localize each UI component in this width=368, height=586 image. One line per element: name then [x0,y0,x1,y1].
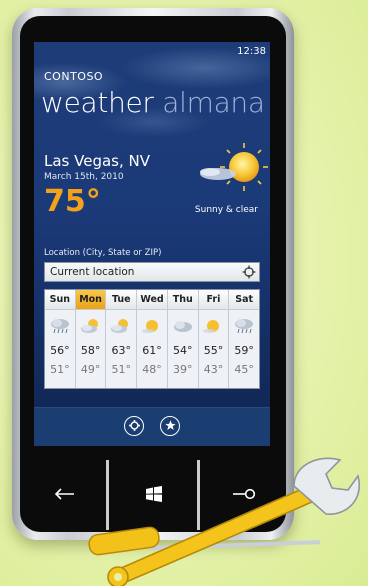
forecast-low: 48° [142,363,162,376]
favorite-icon [164,420,176,430]
favorite-button[interactable] [160,416,180,436]
app-title-word1: weather [41,86,154,119]
phone-screen: 12:38 CONTOSO weather almana Las Vegas, … [34,42,270,446]
wrench-screwdriver-icon [88,457,361,586]
partly-cloudy-icon [76,310,106,342]
app-title-word2: almana [162,86,265,119]
forecast-day-name: Tue [106,290,137,310]
forecast-high: 63° [111,344,132,357]
current-date: March 15th, 2010 [44,172,124,182]
forecast-low: 45° [234,363,254,376]
forecast-day-name: Thu [167,290,198,310]
sunny-icon [137,310,167,342]
sun-with-cloud-icon [200,143,268,191]
forecast-day-name: Fri [198,290,229,310]
city-name: Las Vegas, NV [44,152,151,170]
forecast-high: 59° [234,344,254,357]
status-time: 12:38 [237,46,266,57]
back-arrow-icon [54,488,74,500]
forecast-high: 58° [80,344,101,357]
forecast-day-name: Sun [45,290,75,310]
location-input[interactable]: Current location [44,262,260,282]
forecast-day-name: Wed [137,290,167,310]
cloudy-icon [168,310,198,342]
cloud-rain-icon [45,310,75,342]
forecast-grid: Sun 56° 51° Mon 58° 49° Tue 63° 51° Wed … [44,289,260,389]
condition-text: Sunny & clear [194,205,258,215]
app-title: weather almana [41,86,265,119]
forecast-day[interactable]: Wed 61° 48° [137,290,168,388]
forecast-low: 43° [203,363,224,376]
forecast-high: 55° [203,344,224,357]
cloud-rain-icon [229,310,259,342]
forecast-low: 49° [80,363,101,376]
forecast-day-name: Mon [75,290,106,310]
forecast-high: 56° [50,344,70,357]
forecast-day[interactable]: Sat 59° 45° [229,290,260,388]
forecast-low: 51° [111,363,132,376]
location-input-value: Current location [50,266,135,278]
settings-icon [128,420,140,431]
partly-cloudy-icon [106,310,136,342]
sunny-icon [199,310,229,342]
forecast-day-name: Sat [229,290,260,310]
forecast-high: 54° [172,344,193,357]
settings-button[interactable] [124,416,144,436]
brand-label: CONTOSO [44,70,104,83]
location-label: Location (City, State or ZIP) [44,248,162,258]
forecast-day[interactable]: Thu 54° 39° [167,290,199,388]
current-temperature: 75° [44,184,101,219]
forecast-high: 61° [142,344,162,357]
forecast-day[interactable]: Tue 63° 51° [106,290,138,388]
forecast-day-selected[interactable]: Mon 58° 49° [75,290,107,388]
forecast-day[interactable]: Fri 55° 43° [198,290,230,388]
application-bar [34,407,270,446]
forecast-day[interactable]: Sun 56° 51° [45,290,76,388]
forecast-low: 39° [172,363,193,376]
target-icon[interactable] [242,265,256,279]
forecast-low: 51° [50,363,70,376]
